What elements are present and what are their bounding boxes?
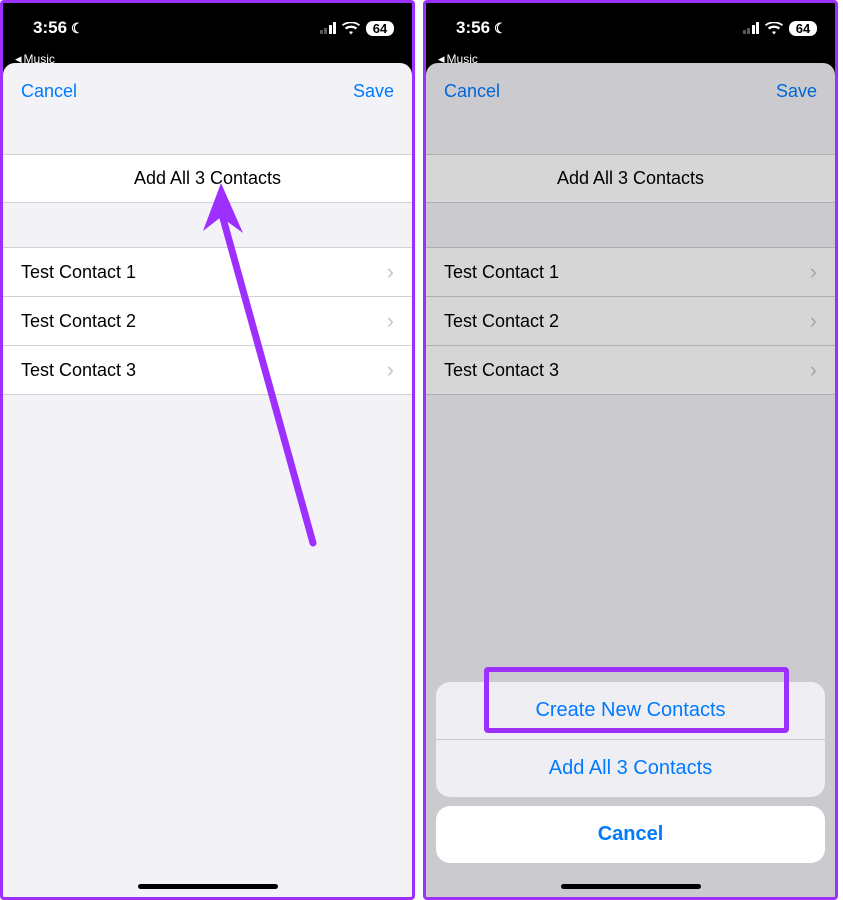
chevron-right-icon: › <box>810 310 817 332</box>
home-indicator[interactable] <box>138 884 278 889</box>
contact-name: Test Contact 2 <box>21 311 136 332</box>
action-label: Cancel <box>598 823 664 845</box>
cancel-button[interactable]: Cancel <box>21 81 77 102</box>
action-label: Create New Contacts <box>535 699 725 721</box>
contact-row[interactable]: Test Contact 1 › <box>426 247 835 297</box>
add-all-contacts-row[interactable]: Add All 3 Contacts <box>3 154 412 203</box>
chevron-right-icon: › <box>810 359 817 381</box>
modal-header: Cancel Save <box>3 63 412 118</box>
save-button[interactable]: Save <box>353 81 394 102</box>
add-all-label: Add All 3 Contacts <box>557 168 704 189</box>
contact-row[interactable]: Test Contact 2 › <box>426 297 835 346</box>
save-button[interactable]: Save <box>776 81 817 102</box>
home-indicator[interactable] <box>561 884 701 889</box>
contact-row[interactable]: Test Contact 3 › <box>3 346 412 395</box>
battery-icon: 64 <box>789 21 817 36</box>
add-all-label: Add All 3 Contacts <box>134 168 281 189</box>
status-time: 3:56 <box>33 18 67 38</box>
action-cancel[interactable]: Cancel <box>436 806 825 863</box>
cellular-icon <box>743 22 760 34</box>
contact-row[interactable]: Test Contact 1 › <box>3 247 412 297</box>
chevron-right-icon: › <box>387 310 394 332</box>
phone-left: 3:56 ☾ 64 ◂ Music Cancel Save Add All 3 … <box>0 0 415 900</box>
modal-header: Cancel Save <box>426 63 835 118</box>
chevron-right-icon: › <box>387 359 394 381</box>
status-time: 3:56 <box>456 18 490 38</box>
dnd-moon-icon: ☾ <box>494 20 507 37</box>
action-sheet: Create New Contacts Add All 3 Contacts C… <box>436 682 825 863</box>
wifi-icon <box>342 22 360 35</box>
contact-row[interactable]: Test Contact 2 › <box>3 297 412 346</box>
contact-name: Test Contact 1 <box>21 262 136 283</box>
status-bar: 3:56 ☾ 64 <box>426 3 835 51</box>
status-bar: 3:56 ☾ 64 <box>3 3 412 51</box>
chevron-right-icon: › <box>387 261 394 283</box>
modal-sheet: Cancel Save Add All 3 Contacts Test Cont… <box>426 63 835 897</box>
chevron-right-icon: › <box>810 261 817 283</box>
contact-name: Test Contact 2 <box>444 311 559 332</box>
contact-name: Test Contact 1 <box>444 262 559 283</box>
cancel-button[interactable]: Cancel <box>444 81 500 102</box>
add-all-contacts-row[interactable]: Add All 3 Contacts <box>426 154 835 203</box>
wifi-icon <box>765 22 783 35</box>
action-create-new-contacts[interactable]: Create New Contacts <box>436 682 825 740</box>
contact-row[interactable]: Test Contact 3 › <box>426 346 835 395</box>
cellular-icon <box>320 22 337 34</box>
dnd-moon-icon: ☾ <box>71 20 84 37</box>
action-label: Add All 3 Contacts <box>549 757 712 779</box>
contact-name: Test Contact 3 <box>21 360 136 381</box>
battery-icon: 64 <box>366 21 394 36</box>
action-add-all-contacts[interactable]: Add All 3 Contacts <box>436 740 825 797</box>
modal-sheet: Cancel Save Add All 3 Contacts Test Cont… <box>3 63 412 897</box>
phone-right: 3:56 ☾ 64 ◂ Music Cancel Save Add All 3 … <box>423 0 838 900</box>
contact-name: Test Contact 3 <box>444 360 559 381</box>
